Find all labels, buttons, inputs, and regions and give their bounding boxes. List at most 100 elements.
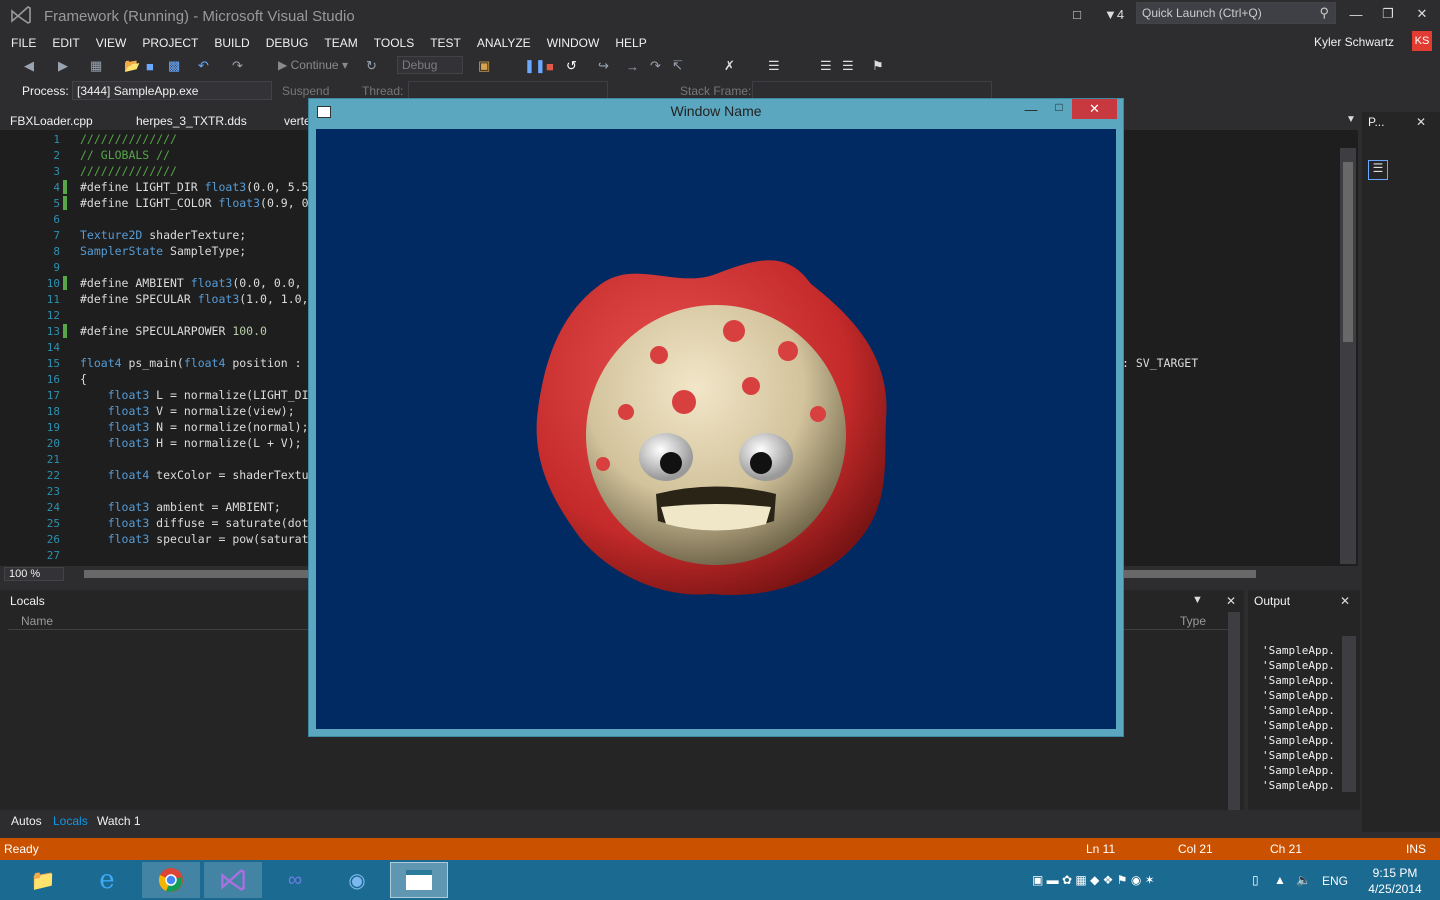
code-line[interactable]: float3 specular = pow(saturat <box>80 532 308 546</box>
code-line[interactable]: float4 texColor = shaderTextu <box>80 468 308 482</box>
internet-explorer-icon[interactable]: e <box>78 862 136 898</box>
app-close-button[interactable]: ✕ <box>1072 99 1117 119</box>
save-all-icon[interactable]: ▩ <box>168 58 180 74</box>
sample-app-taskbar-icon[interactable] <box>390 862 448 898</box>
code-line[interactable]: #define LIGHT_DIR float3(0.0, 5.5 <box>80 180 308 194</box>
menu-build[interactable]: BUILD <box>214 36 249 50</box>
column-type[interactable]: Type <box>1180 614 1206 628</box>
step-out-icon[interactable]: ↸ <box>672 58 683 74</box>
restore-button[interactable]: ❐ <box>1378 4 1398 24</box>
user-avatar[interactable]: KS <box>1412 31 1432 51</box>
app-icon[interactable]: ◉ <box>328 862 386 898</box>
locals-scrollbar[interactable] <box>1228 612 1240 810</box>
zoom-select[interactable]: 100 % <box>4 567 64 581</box>
new-project-icon[interactable]: ▦ <box>90 58 102 74</box>
menu-help[interactable]: HELP <box>615 36 646 50</box>
threads-icon[interactable]: ☰ <box>768 58 780 74</box>
suspend-button[interactable]: Suspend <box>282 84 329 98</box>
undo-icon[interactable]: ↶ <box>198 58 209 74</box>
tray-icons[interactable]: ▣ ▬ ✿ ▦ ◆ ❖ ⚑ ◉ ✶ <box>1032 873 1155 887</box>
code-line[interactable]: #define LIGHT_COLOR float3(0.9, 0 <box>80 196 308 210</box>
volume-icon[interactable]: 🔈 <box>1296 873 1311 887</box>
forward-icon[interactable]: ▶ <box>58 58 68 74</box>
menu-test[interactable]: TEST <box>430 36 461 50</box>
menu-debug[interactable]: DEBUG <box>266 36 309 50</box>
code-line[interactable]: ////////////// <box>80 132 177 146</box>
process-icon[interactable]: ▣ <box>478 58 490 74</box>
infinity-app-icon[interactable]: ∞ <box>266 862 324 898</box>
tab-locals[interactable]: Locals <box>53 814 88 828</box>
code-line[interactable]: { <box>80 372 87 386</box>
minimize-button[interactable]: — <box>1346 4 1366 24</box>
close-button[interactable]: ✕ <box>1412 4 1432 24</box>
code-line[interactable]: #define AMBIENT float3(0.0, 0.0, <box>80 276 302 290</box>
process-select[interactable]: [3444] SampleApp.exe <box>72 81 272 100</box>
app-maximize-button[interactable]: □ <box>1050 100 1068 118</box>
tab-watch1[interactable]: Watch 1 <box>97 814 141 828</box>
render-viewport[interactable] <box>316 129 1116 729</box>
column-name[interactable]: Name <box>21 614 53 628</box>
tab-texture[interactable]: herpes_3_TXTR.dds <box>136 114 247 128</box>
code-line[interactable]: // GLOBALS // <box>80 148 170 162</box>
app-minimize-button[interactable]: — <box>1022 102 1040 120</box>
code-line[interactable]: float3 H = normalize(L + V); <box>80 436 302 450</box>
battery-icon[interactable]: ▯ <box>1252 873 1259 887</box>
visual-studio-taskbar-icon[interactable] <box>204 862 262 898</box>
continue-button[interactable]: ▶ Continue ▾ <box>278 58 348 72</box>
code-line[interactable]: float3 diffuse = saturate(dot <box>80 516 308 530</box>
locals-close-icon[interactable]: ✕ <box>1226 594 1236 608</box>
categorized-icon[interactable]: ☰ <box>1368 160 1388 180</box>
tab-fbxloader[interactable]: FBXLoader.cpp <box>10 114 93 128</box>
tab-vertex[interactable]: vertex <box>284 114 308 128</box>
config-dropdown[interactable]: Debug <box>397 56 463 74</box>
bookmark-icon[interactable]: ⚑ <box>872 58 884 74</box>
clock-date[interactable]: 4/25/2014 <box>1366 882 1424 896</box>
menu-view[interactable]: VIEW <box>96 36 127 50</box>
locals-dropdown-icon[interactable]: ▼ <box>1192 594 1203 606</box>
tab-dropdown-icon[interactable]: ▼ <box>1346 114 1356 125</box>
restart-icon[interactable]: ↻ <box>366 58 377 74</box>
tab-autos[interactable]: Autos <box>11 814 42 828</box>
pause-icon[interactable]: ❚❚ <box>524 58 546 74</box>
stop-icon[interactable]: ■ <box>546 58 554 74</box>
step-over-icon[interactable]: ↷ <box>650 58 661 74</box>
code-line[interactable]: ////////////// <box>80 164 177 178</box>
menu-window[interactable]: WINDOW <box>547 36 600 50</box>
code-line[interactable]: #define SPECULAR float3(1.0, 1.0, <box>80 292 308 306</box>
code-line[interactable]: Texture2D shaderTexture; <box>80 228 246 242</box>
comment-icon[interactable]: ☰ <box>842 58 854 74</box>
code-line[interactable]: float3 N = normalize(normal); <box>80 420 308 434</box>
show-next-statement-icon[interactable]: ↪ <box>598 58 609 74</box>
save-icon[interactable]: ■ <box>146 58 154 74</box>
feedback-icon[interactable]: □ <box>1068 4 1086 24</box>
file-explorer-icon[interactable]: 📁 <box>14 862 72 898</box>
panel-close-icon[interactable]: ✕ <box>1416 115 1426 129</box>
user-name[interactable]: Kyler Schwartz <box>1314 35 1394 49</box>
menu-project[interactable]: PROJECT <box>142 36 198 50</box>
code-line[interactable]: float3 L = normalize(LIGHT_DI <box>80 388 308 402</box>
network-icon[interactable]: ▲ <box>1274 873 1286 887</box>
menu-analyze[interactable]: ANALYZE <box>477 36 531 50</box>
step-into-icon[interactable]: → <box>626 58 639 74</box>
menu-edit[interactable]: EDIT <box>52 36 79 50</box>
notifications-icon[interactable]: ▼ 4 <box>1100 4 1128 24</box>
redo-icon[interactable]: ↷ <box>232 58 243 74</box>
menu-team[interactable]: TEAM <box>324 36 357 50</box>
code-line[interactable]: float3 V = normalize(view); <box>80 404 295 418</box>
quick-launch-input[interactable]: Quick Launch (Ctrl+Q) ⚲ <box>1136 2 1336 24</box>
code-line[interactable]: float3 ambient = AMBIENT; <box>80 500 281 514</box>
output-close-icon[interactable]: ✕ <box>1340 594 1350 608</box>
open-icon[interactable]: 📂 <box>124 58 140 74</box>
code-line[interactable]: SamplerState SampleType; <box>80 244 246 258</box>
chrome-icon[interactable] <box>142 862 200 898</box>
code-line[interactable]: #define SPECULARPOWER 100.0 <box>80 324 267 338</box>
properties-tab[interactable]: P... <box>1368 115 1384 129</box>
indent-icon[interactable]: ☰ <box>820 58 832 74</box>
output-scrollbar[interactable] <box>1342 636 1356 792</box>
back-icon[interactable]: ◀ <box>24 58 34 74</box>
clock-time[interactable]: 9:15 PM <box>1366 866 1424 880</box>
menu-tools[interactable]: TOOLS <box>374 36 414 50</box>
hex-icon[interactable]: ✗ <box>724 58 735 74</box>
language-indicator[interactable]: ENG <box>1322 874 1348 888</box>
code-line[interactable]: float4 ps_main(float4 position : <box>80 356 302 370</box>
